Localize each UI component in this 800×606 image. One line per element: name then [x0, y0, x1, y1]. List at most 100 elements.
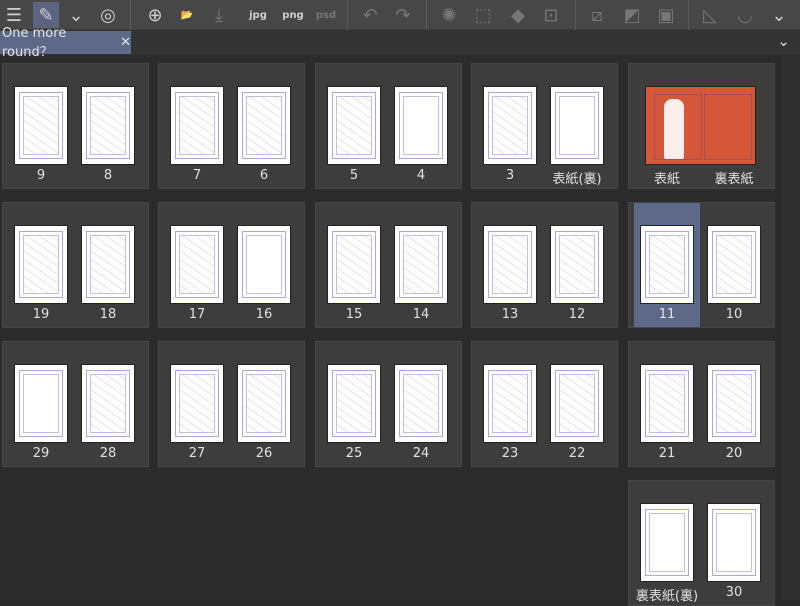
- export-jpg-icon[interactable]: jpg: [245, 2, 271, 28]
- page-thumbnail[interactable]: [394, 364, 448, 443]
- page-26[interactable]: 26: [231, 342, 297, 466]
- page-thumbnail[interactable]: [550, 225, 604, 304]
- page-10[interactable]: 10: [701, 203, 767, 327]
- open-folder-icon[interactable]: 📂: [174, 2, 200, 28]
- export-psd-icon[interactable]: psd: [313, 2, 339, 28]
- page-thumbnail[interactable]: [394, 86, 448, 165]
- page-thumbnail[interactable]: [640, 364, 694, 443]
- page-thumbnail[interactable]: [394, 225, 448, 304]
- page-6[interactable]: 6: [231, 64, 297, 188]
- chevron-down-icon[interactable]: ⌄: [766, 2, 792, 28]
- page-thumbnail[interactable]: [14, 86, 68, 165]
- page-spread[interactable]: 3 表紙(裏): [471, 63, 618, 189]
- import-icon[interactable]: ⤓: [206, 2, 232, 28]
- page-3[interactable]: 3: [477, 64, 543, 188]
- tab-menu-chevron-icon[interactable]: ⌄: [777, 32, 790, 50]
- page-24[interactable]: 24: [388, 342, 454, 466]
- page-spread[interactable]: 裏表紙(裏) 30: [628, 480, 775, 606]
- page-25[interactable]: 25: [321, 342, 387, 466]
- page-thumbnail[interactable]: [237, 86, 291, 165]
- page-thumbnail[interactable]: [550, 364, 604, 443]
- page-11[interactable]: 11: [634, 203, 700, 327]
- page-spread[interactable]: 29 28: [2, 341, 149, 467]
- edit-page-icon[interactable]: ✎: [33, 2, 59, 28]
- bowl-icon[interactable]: ◡: [732, 2, 758, 28]
- export-png-icon[interactable]: png: [280, 2, 306, 28]
- page-thumbnail[interactable]: [640, 225, 694, 304]
- page-thumbnail[interactable]: [81, 364, 135, 443]
- page-thumbnail[interactable]: [14, 364, 68, 443]
- menu-icon[interactable]: ☰: [1, 2, 27, 28]
- page-裏表紙(裏)[interactable]: 裏表紙(裏): [634, 481, 700, 605]
- page-spread[interactable]: 21 20: [628, 341, 775, 467]
- page-14[interactable]: 14: [388, 203, 454, 327]
- page-thumbnail[interactable]: [550, 86, 604, 165]
- page-9[interactable]: 9: [8, 64, 74, 188]
- page-spread[interactable]: 19 18: [2, 202, 149, 328]
- page-thumbnail[interactable]: [483, 364, 537, 443]
- selection-frame-icon[interactable]: ▣: [653, 2, 679, 28]
- page-thumbnail[interactable]: [707, 503, 761, 582]
- page-thumbnail[interactable]: [707, 364, 761, 443]
- clip-studio-icon[interactable]: ◎: [95, 2, 121, 28]
- page-spread[interactable]: 17 16: [158, 202, 305, 328]
- page-23[interactable]: 23: [477, 342, 543, 466]
- page-thumbnail[interactable]: [14, 225, 68, 304]
- page-27[interactable]: 27: [164, 342, 230, 466]
- page-22[interactable]: 22: [544, 342, 610, 466]
- page-thumbnail[interactable]: [237, 225, 291, 304]
- page-spread[interactable]: 13 12: [471, 202, 618, 328]
- page-thumbnail[interactable]: [483, 225, 537, 304]
- page-8[interactable]: 8: [75, 64, 141, 188]
- page-thumbnail[interactable]: [327, 225, 381, 304]
- undo-icon[interactable]: ↶: [357, 2, 383, 28]
- page-thumbnail[interactable]: [707, 225, 761, 304]
- page-thumbnail[interactable]: [170, 86, 224, 165]
- page-spread[interactable]: 11 10: [628, 202, 775, 328]
- page-spread[interactable]: 54: [315, 63, 462, 189]
- page-15[interactable]: 15: [321, 203, 387, 327]
- page-spread[interactable]: 27 26: [158, 341, 305, 467]
- fill-icon[interactable]: ◆: [505, 2, 531, 28]
- page-spread[interactable]: 23 22: [471, 341, 618, 467]
- close-icon[interactable]: ✕: [120, 35, 131, 50]
- page-thumbnail[interactable]: [81, 225, 135, 304]
- page-19[interactable]: 19: [8, 203, 74, 327]
- page-thumbnail[interactable]: [237, 364, 291, 443]
- redo-icon[interactable]: ↷: [390, 2, 416, 28]
- cover-spread[interactable]: 表紙 裏表紙: [628, 63, 775, 189]
- page-29[interactable]: 29: [8, 342, 74, 466]
- page-18[interactable]: 18: [75, 203, 141, 327]
- clear-outside-icon[interactable]: ⧄: [584, 2, 610, 28]
- page-17[interactable]: 17: [164, 203, 230, 327]
- scrollbar[interactable]: [782, 56, 800, 600]
- page-thumbnail[interactable]: [170, 225, 224, 304]
- document-tab[interactable]: One more round？ ✕: [0, 26, 131, 60]
- page-5[interactable]: 5: [321, 64, 387, 188]
- page-28[interactable]: 28: [75, 342, 141, 466]
- page-thumbnail[interactable]: [327, 364, 381, 443]
- page-裏表紙[interactable]: 裏表紙: [701, 64, 767, 188]
- page-4[interactable]: 4: [388, 64, 454, 188]
- page-thumbnail[interactable]: [483, 86, 537, 165]
- page-13[interactable]: 13: [477, 203, 543, 327]
- invert-selection-icon[interactable]: ◩: [619, 2, 645, 28]
- page-thumbnail[interactable]: [81, 86, 135, 165]
- page-spread[interactable]: 76: [158, 63, 305, 189]
- page-thumbnail[interactable]: [170, 364, 224, 443]
- page-20[interactable]: 20: [701, 342, 767, 466]
- page-thumbnail[interactable]: [640, 503, 694, 582]
- new-page-icon[interactable]: ⊕: [142, 2, 168, 28]
- page-12[interactable]: 12: [544, 203, 610, 327]
- page-spread[interactable]: 15 14: [315, 202, 462, 328]
- page-spread[interactable]: 25 24: [315, 341, 462, 467]
- page-表紙(裏)[interactable]: 表紙(裏): [544, 64, 610, 188]
- deselect-icon[interactable]: ⬚: [470, 2, 496, 28]
- page-30[interactable]: 30: [701, 481, 767, 605]
- page-7[interactable]: 7: [164, 64, 230, 188]
- loading-icon[interactable]: ✺: [436, 2, 462, 28]
- chevron-down-icon[interactable]: ⌄: [63, 2, 89, 28]
- ruler-icon[interactable]: ◺: [697, 2, 723, 28]
- page-spread[interactable]: 98: [2, 63, 149, 189]
- page-16[interactable]: 16: [231, 203, 297, 327]
